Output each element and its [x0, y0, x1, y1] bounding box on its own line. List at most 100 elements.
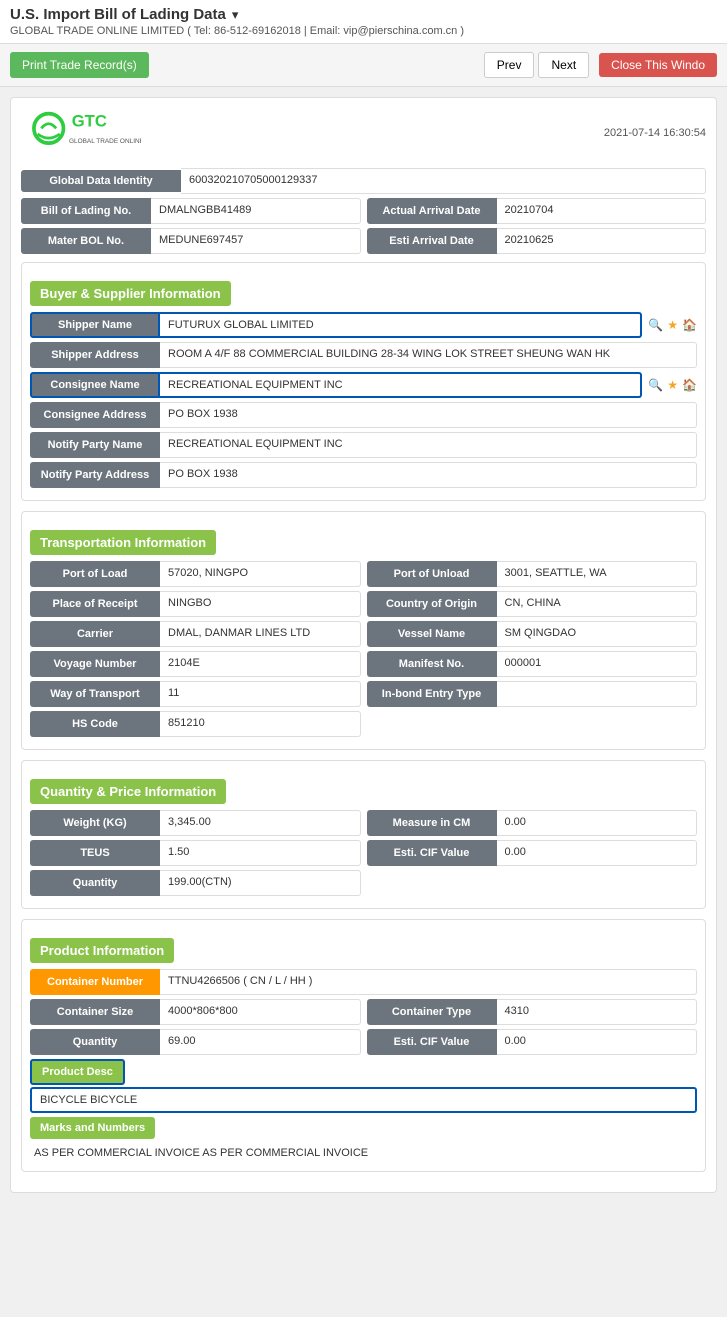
- product-esti-cif-label: Esti. CIF Value: [367, 1029, 497, 1055]
- teus-label: TEUS: [30, 840, 160, 866]
- notify-party-address-value: PO BOX 1938: [160, 462, 697, 488]
- global-data-identity-label: Global Data Identity: [21, 170, 181, 192]
- shipper-address-label: Shipper Address: [30, 342, 160, 368]
- shipper-name-label: Shipper Name: [30, 312, 160, 338]
- close-button[interactable]: Close This Windo: [599, 53, 717, 77]
- voyage-manifest-row: Voyage Number 2104E Manifest No. 000001: [30, 651, 697, 677]
- port-row: Port of Load 57020, NINGPO Port of Unloa…: [30, 561, 697, 587]
- consignee-address-row: Consignee Address PO BOX 1938: [30, 402, 697, 428]
- notify-party-name-row: Notify Party Name RECREATIONAL EQUIPMENT…: [30, 432, 697, 458]
- actual-arrival-date-label: Actual Arrival Date: [367, 198, 497, 224]
- container-size-value: 4000*806*800: [160, 999, 361, 1025]
- timestamp: 2021-07-14 16:30:54: [604, 127, 706, 139]
- shipper-name-row: Shipper Name FUTURUX GLOBAL LIMITED 🔍 ★ …: [30, 312, 697, 338]
- manifest-no-label: Manifest No.: [367, 651, 497, 677]
- hs-code-row: HS Code 851210: [30, 711, 697, 737]
- quantity-price-title: Quantity & Price Information: [30, 779, 226, 804]
- container-size-label: Container Size: [30, 999, 160, 1025]
- way-of-transport-label: Way of Transport: [30, 681, 160, 707]
- shipper-name-value: FUTURUX GLOBAL LIMITED: [160, 312, 642, 338]
- weight-kg-value: 3,345.00: [160, 810, 361, 836]
- notify-party-address-label: Notify Party Address: [30, 462, 160, 488]
- search-icon[interactable]: 🔍: [648, 318, 663, 332]
- consignee-icons: 🔍 ★ 🏠: [648, 378, 697, 392]
- product-quantity-cif-row: Quantity 69.00 Esti. CIF Value 0.00: [30, 1029, 697, 1055]
- quantity-row: Quantity 199.00(CTN): [30, 870, 697, 896]
- main-content: GTC GLOBAL TRADE ONLINE LIMITED 2021-07-…: [10, 97, 717, 1193]
- voyage-number-value: 2104E: [160, 651, 361, 677]
- prev-button[interactable]: Prev: [484, 52, 535, 78]
- dropdown-icon[interactable]: ▾: [232, 7, 239, 23]
- buyer-supplier-section: Buyer & Supplier Information Shipper Nam…: [21, 262, 706, 501]
- transportation-title: Transportation Information: [30, 530, 216, 555]
- marks-section: Marks and Numbers AS PER COMMERCIAL INVO…: [30, 1117, 697, 1163]
- voyage-number-label: Voyage Number: [30, 651, 160, 677]
- country-of-origin-value: CN, CHINA: [497, 591, 698, 617]
- quantity-price-section: Quantity & Price Information Weight (KG)…: [21, 760, 706, 909]
- transportation-section: Transportation Information Port of Load …: [21, 511, 706, 750]
- esti-arrival-date-label: Esti Arrival Date: [367, 228, 497, 254]
- container-type-label: Container Type: [367, 999, 497, 1025]
- product-quantity-label: Quantity: [30, 1029, 160, 1055]
- carrier-vessel-row: Carrier DMAL, DANMAR LINES LTD Vessel Na…: [30, 621, 697, 647]
- esti-cif-value-value: 0.00: [497, 840, 698, 866]
- place-country-row: Place of Receipt NINGBO Country of Origi…: [30, 591, 697, 617]
- product-information-section: Product Information Container Number TTN…: [21, 919, 706, 1172]
- port-of-load-label: Port of Load: [30, 561, 160, 587]
- svg-text:GTC: GTC: [72, 112, 107, 131]
- top-bar: U.S. Import Bill of Lading Data ▾ GLOBAL…: [0, 0, 727, 44]
- basic-info-section: Global Data Identity 6003202107050001293…: [21, 168, 706, 254]
- hs-code-label: HS Code: [30, 711, 160, 737]
- consignee-search-icon[interactable]: 🔍: [648, 378, 663, 392]
- measure-in-cm-label: Measure in CM: [367, 810, 497, 836]
- esti-arrival-date-value: 20210625: [497, 228, 707, 254]
- transport-bond-row: Way of Transport 11 In-bond Entry Type: [30, 681, 697, 707]
- star-icon[interactable]: ★: [667, 318, 678, 332]
- container-type-value: 4310: [497, 999, 698, 1025]
- logo-area: GTC GLOBAL TRADE ONLINE LIMITED: [21, 108, 141, 158]
- consignee-name-row: Consignee Name RECREATIONAL EQUIPMENT IN…: [30, 372, 697, 398]
- way-of-transport-value: 11: [160, 681, 361, 707]
- carrier-label: Carrier: [30, 621, 160, 647]
- product-desc-label: Product Desc: [30, 1059, 125, 1085]
- consignee-star-icon[interactable]: ★: [667, 378, 678, 392]
- shipper-address-value: ROOM A 4/F 88 COMMERCIAL BUILDING 28-34 …: [160, 342, 697, 368]
- next-button[interactable]: Next: [538, 52, 589, 78]
- container-size-type-row: Container Size 4000*806*800 Container Ty…: [30, 999, 697, 1025]
- vessel-name-value: SM QINGDAO: [497, 621, 698, 647]
- bill-of-lading-no-value: DMALNGBB41489: [151, 198, 361, 224]
- print-button[interactable]: Print Trade Record(s): [10, 52, 149, 78]
- home-icon[interactable]: 🏠: [682, 318, 697, 332]
- notify-party-name-value: RECREATIONAL EQUIPMENT INC: [160, 432, 697, 458]
- port-of-load-value: 57020, NINGPO: [160, 561, 361, 587]
- buyer-supplier-title: Buyer & Supplier Information: [30, 281, 231, 306]
- quantity-value: 199.00(CTN): [160, 870, 361, 896]
- place-of-receipt-value: NINGBO: [160, 591, 361, 617]
- product-quantity-value: 69.00: [160, 1029, 361, 1055]
- mater-bol-no-label: Mater BOL No.: [21, 228, 151, 254]
- in-bond-entry-type-value: [497, 681, 698, 707]
- carrier-value: DMAL, DANMAR LINES LTD: [160, 621, 361, 647]
- port-of-unload-label: Port of Unload: [367, 561, 497, 587]
- toolbar: Print Trade Record(s) Prev Next Close Th…: [0, 44, 727, 87]
- marks-and-numbers-value: AS PER COMMERCIAL INVOICE AS PER COMMERC…: [30, 1143, 697, 1163]
- marks-and-numbers-label: Marks and Numbers: [30, 1117, 155, 1139]
- weight-measure-row: Weight (KG) 3,345.00 Measure in CM 0.00: [30, 810, 697, 836]
- consignee-home-icon[interactable]: 🏠: [682, 378, 697, 392]
- quantity-label: Quantity: [30, 870, 160, 896]
- nav-buttons: Prev Next: [484, 52, 589, 78]
- global-data-identity-row: Global Data Identity 6003202107050001293…: [21, 168, 706, 194]
- global-data-identity-value: 600320210705000129337: [181, 168, 706, 194]
- weight-kg-label: Weight (KG): [30, 810, 160, 836]
- manifest-no-value: 000001: [497, 651, 698, 677]
- consignee-name-label: Consignee Name: [30, 372, 160, 398]
- container-number-value: TTNU4266506 ( CN / L / HH ): [160, 969, 697, 995]
- consignee-name-value: RECREATIONAL EQUIPMENT INC: [160, 372, 642, 398]
- page-title: U.S. Import Bill of Lading Data: [10, 6, 226, 23]
- svg-text:GLOBAL TRADE ONLINE LIMITED: GLOBAL TRADE ONLINE LIMITED: [69, 138, 141, 145]
- bill-of-lading-no-label: Bill of Lading No.: [21, 198, 151, 224]
- notify-party-address-row: Notify Party Address PO BOX 1938: [30, 462, 697, 488]
- consignee-address-value: PO BOX 1938: [160, 402, 697, 428]
- container-number-label: Container Number: [30, 969, 160, 995]
- container-number-row: Container Number TTNU4266506 ( CN / L / …: [30, 969, 697, 995]
